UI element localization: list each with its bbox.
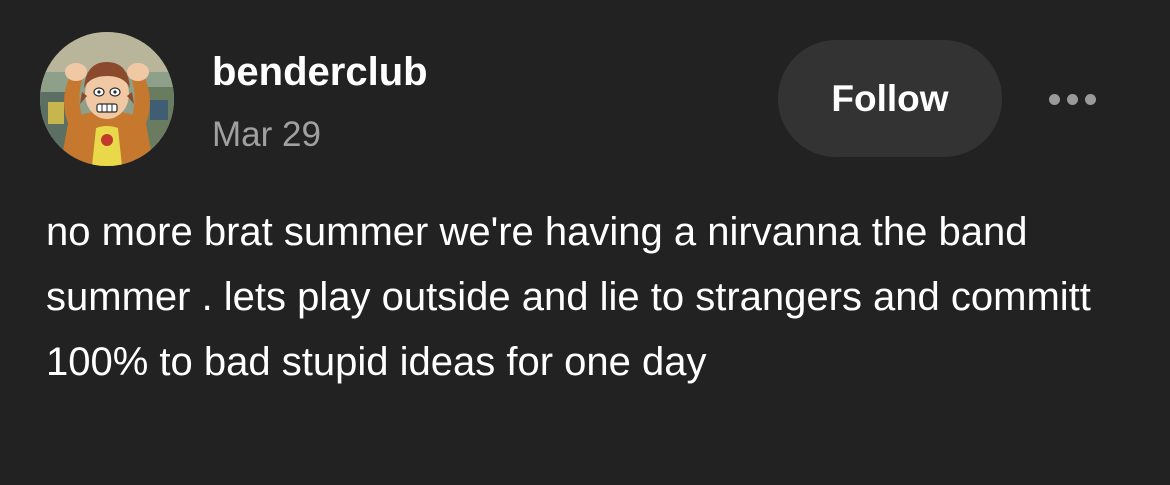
more-horizontal-icon bbox=[1048, 93, 1060, 105]
post-body-text: no more brat summer we're having a nirva… bbox=[46, 210, 1091, 384]
more-horizontal-icon bbox=[1066, 93, 1078, 105]
cartoon-character-avatar-icon bbox=[40, 32, 174, 166]
post-card: benderclub Mar 29 Follow no more brat su… bbox=[0, 0, 1170, 485]
avatar[interactable] bbox=[40, 32, 174, 166]
more-horizontal-icon bbox=[1084, 93, 1096, 105]
more-options-button[interactable] bbox=[1036, 76, 1108, 122]
follow-button[interactable]: Follow bbox=[778, 40, 1002, 157]
post-date[interactable]: Mar 29 bbox=[212, 113, 321, 157]
author-username[interactable]: benderclub bbox=[212, 48, 428, 96]
